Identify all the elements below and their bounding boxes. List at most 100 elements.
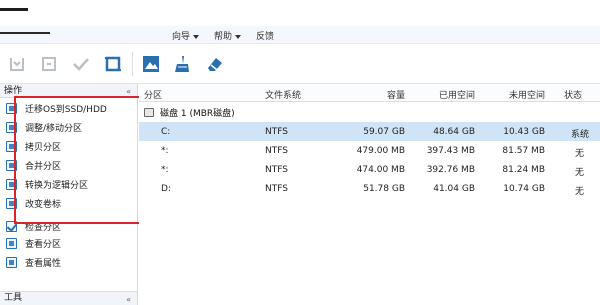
chevron-down-icon xyxy=(235,34,242,39)
op-change-label[interactable]: 改变卷标 xyxy=(0,194,137,213)
op-label: 查看分区 xyxy=(25,240,62,250)
cell-filesystem: NTFS xyxy=(265,127,288,137)
toolbar-separator xyxy=(132,52,133,76)
op-copy-partition[interactable]: 拷贝分区 xyxy=(0,137,137,156)
view-icon xyxy=(6,238,17,249)
undo-button[interactable] xyxy=(38,53,60,75)
op-label: 查看属性 xyxy=(25,259,62,269)
cell-partition: *: xyxy=(161,146,169,156)
collapse-icon[interactable]: « xyxy=(126,293,131,305)
check-button[interactable] xyxy=(70,53,92,75)
merge-icon xyxy=(6,160,17,171)
menu-feedback-label: 反馈 xyxy=(256,32,275,42)
cell-filesystem: NTFS xyxy=(265,184,288,194)
cell-status: 无 xyxy=(575,187,585,197)
menu-help[interactable]: 帮助 xyxy=(214,29,242,42)
disk-cleanup-icon xyxy=(175,56,189,72)
partition-image-icon xyxy=(143,56,159,72)
table-row[interactable]: D: NTFS 51.78 GB 41.04 GB 10.74 GB 无 xyxy=(139,179,600,198)
menu-feedback[interactable]: 反馈 xyxy=(256,29,274,42)
col-partition[interactable]: 分区 xyxy=(144,88,162,101)
tools-header: 工具 « xyxy=(0,291,137,305)
disk-label: 磁盘 1 (MBR磁盘) xyxy=(160,108,235,119)
menu-wizard-label: 向导 xyxy=(172,32,191,42)
migrate-icon xyxy=(6,103,17,114)
op-migrate-os[interactable]: 迁移OS到SSD/HDD xyxy=(0,99,137,118)
cell-capacity: 479.00 MB xyxy=(356,146,405,156)
partition-table: 分区 文件系统 容量 已用空间 未用空间 状态 磁盘 1 (MBR磁盘) C: … xyxy=(139,84,600,305)
title-bar xyxy=(0,0,600,26)
op-label: 合并分区 xyxy=(25,162,62,172)
op-label: 迁移OS到SSD/HDD xyxy=(25,105,107,115)
tools-header-label: 工具 xyxy=(4,293,23,303)
cell-partition: *: xyxy=(161,165,169,175)
crop-icon xyxy=(105,56,121,72)
col-filesystem[interactable]: 文件系统 xyxy=(265,88,301,101)
check-icon xyxy=(73,58,89,71)
menu-wizard[interactable]: 向导 xyxy=(172,29,200,42)
operations-pane: 操作 « 迁移OS到SSD/HDD 调整/移动分区 拷贝分区 合并分区 转换为逻… xyxy=(0,84,138,305)
table-row[interactable]: *: NTFS 474.00 MB 392.76 MB 81.24 MB 无 xyxy=(139,160,600,179)
label-icon xyxy=(6,198,17,209)
cell-partition: D: xyxy=(161,184,171,194)
convert-icon xyxy=(6,179,17,190)
check-icon xyxy=(6,221,17,232)
table-header: 分区 文件系统 容量 已用空间 未用空间 状态 xyxy=(139,84,600,102)
operations-header-label: 操作 xyxy=(4,86,23,96)
cell-status: 无 xyxy=(575,149,585,159)
op-view-properties[interactable]: 查看属性 xyxy=(0,253,137,272)
cell-free: 10.74 GB xyxy=(503,184,545,194)
eraser-icon xyxy=(208,58,222,71)
op-label: 改变卷标 xyxy=(25,200,62,210)
cell-capacity: 51.78 GB xyxy=(363,184,405,194)
cell-status: 系统 xyxy=(571,130,590,140)
crop-button[interactable] xyxy=(102,53,124,75)
toolbar xyxy=(0,44,600,84)
op-label: 拷贝分区 xyxy=(25,143,62,153)
table-row[interactable]: *: NTFS 479.00 MB 397.43 MB 81.57 MB 无 xyxy=(139,141,600,160)
properties-icon xyxy=(6,257,17,268)
copy-icon xyxy=(6,141,17,152)
cell-free: 81.24 MB xyxy=(502,165,545,175)
cell-capacity: 59.07 GB xyxy=(363,127,405,137)
menu-bar: 向导 帮助 反馈 xyxy=(0,26,600,44)
apply-button[interactable] xyxy=(6,53,28,75)
op-label: 调整/移动分区 xyxy=(25,124,83,134)
cell-used: 48.64 GB xyxy=(433,127,475,137)
title-fragment xyxy=(0,8,28,11)
menu-help-label: 帮助 xyxy=(214,32,233,42)
apply-icon xyxy=(10,58,24,71)
table-row[interactable]: C: NTFS 59.07 GB 48.64 GB 10.43 GB 系统 xyxy=(139,122,600,141)
op-merge-partition[interactable]: 合并分区 xyxy=(0,156,137,175)
resize-icon xyxy=(6,122,17,133)
op-view-partition[interactable]: 查看分区 xyxy=(0,234,137,253)
cell-free: 10.43 GB xyxy=(503,127,545,137)
collapse-icon[interactable]: « xyxy=(126,85,131,99)
operations-header: 操作 « xyxy=(0,84,137,98)
col-status[interactable]: 状态 xyxy=(564,88,582,101)
cell-status: 无 xyxy=(575,168,585,178)
cell-filesystem: NTFS xyxy=(265,165,288,175)
col-used[interactable]: 已用空间 xyxy=(419,88,475,101)
col-free[interactable]: 未用空间 xyxy=(489,88,545,101)
cell-filesystem: NTFS xyxy=(265,146,288,156)
op-label: 转换为逻辑分区 xyxy=(25,181,89,191)
disk-icon xyxy=(144,107,154,117)
op-resize-move[interactable]: 调整/移动分区 xyxy=(0,118,137,137)
undo-icon xyxy=(42,57,56,71)
cell-partition: C: xyxy=(161,127,171,137)
col-capacity[interactable]: 容量 xyxy=(349,88,405,101)
eraser-button[interactable] xyxy=(204,53,226,75)
cell-free: 81.57 MB xyxy=(502,146,545,156)
op-convert-logical[interactable]: 转换为逻辑分区 xyxy=(0,175,137,194)
chevron-down-icon xyxy=(193,34,200,39)
op-label: 检查分区 xyxy=(25,223,62,233)
cell-used: 392.76 MB xyxy=(426,165,475,175)
menu-fragment xyxy=(0,32,50,34)
partition-image-button[interactable] xyxy=(140,53,162,75)
disk-cleanup-button[interactable] xyxy=(170,53,192,75)
cell-used: 397.43 MB xyxy=(426,146,475,156)
disk-row[interactable]: 磁盘 1 (MBR磁盘) xyxy=(139,103,600,121)
cell-capacity: 474.00 MB xyxy=(356,165,405,175)
cell-used: 41.04 GB xyxy=(433,184,475,194)
